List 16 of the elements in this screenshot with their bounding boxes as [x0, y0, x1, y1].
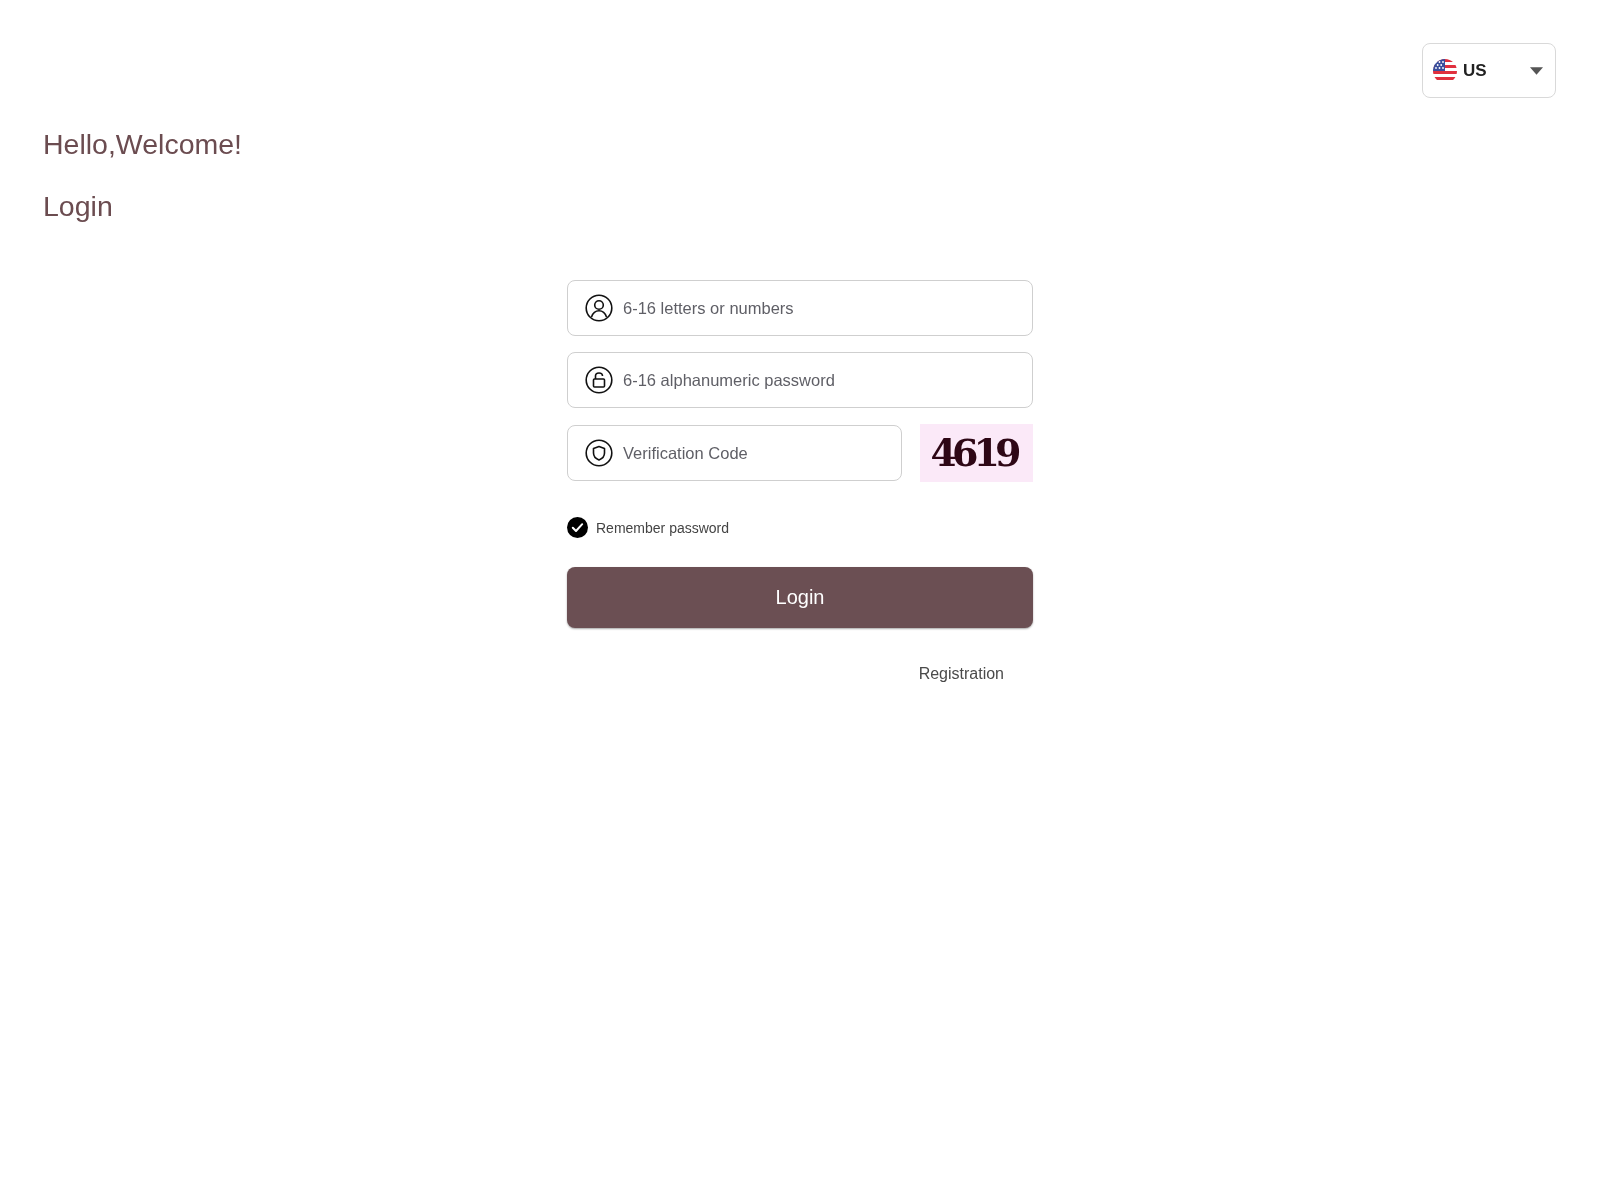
padlock-icon	[585, 366, 613, 394]
greeting-text: Hello,Welcome!	[43, 128, 243, 160]
username-field[interactable]: 6-16 letters or numbers	[567, 280, 1033, 336]
registration-link[interactable]: Registration	[918, 665, 1004, 683]
flag-icon	[1433, 58, 1457, 83]
captcha-image[interactable]: 4619	[920, 424, 1033, 482]
language-selector[interactable]: US	[1422, 43, 1556, 98]
password-field[interactable]: 6-16 alphanumeric password	[567, 352, 1033, 408]
page-title: Login	[43, 190, 113, 222]
verification-code-field[interactable]: Verification Code	[567, 425, 902, 481]
caret-icon	[1530, 66, 1543, 75]
checkbox-icon[interactable]	[567, 517, 588, 538]
login-button[interactable]: Login	[567, 567, 1033, 628]
remember-password-label[interactable]: Remember password	[596, 519, 730, 536]
user-icon	[585, 294, 613, 322]
shield-icon	[585, 439, 613, 467]
